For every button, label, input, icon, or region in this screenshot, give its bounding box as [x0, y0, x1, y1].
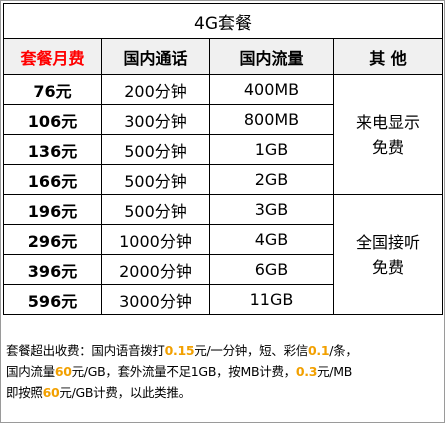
note-text: 元/GB计费，以此类推。: [59, 385, 191, 400]
note-line-1: 套餐超出收费：国内语音拨打0.15元/一分钟，短、彩信0.1/条，: [6, 340, 442, 361]
note-text: 元/GB，套外流量不足1GB，按MB计费，: [71, 364, 297, 379]
data-cell: 800MB: [209, 104, 334, 135]
plan-table: 4G套餐 套餐月费 国内通话 国内流量 其 他 76元 200分钟 400MB …: [3, 3, 443, 315]
caller-id-line2: 免费: [371, 137, 404, 157]
calls-cell: 500分钟: [101, 194, 210, 225]
note-line-3: 即按照60元/GB计费，以此类推。: [6, 382, 442, 403]
note-text: 即按照: [6, 385, 43, 400]
data-cell: 6GB: [209, 254, 334, 285]
answer-line2: 免费: [371, 257, 404, 277]
note-text: 国内流量: [6, 364, 55, 379]
calls-cell: 500分钟: [101, 134, 210, 165]
overage-fee-note: 套餐超出收费：国内语音拨打0.15元/一分钟，短、彩信0.1/条， 国内流量60…: [6, 340, 442, 403]
note-line-2: 国内流量60元/GB，套外流量不足1GB，按MB计费，0.3元/MB: [6, 361, 442, 382]
caller-id-free-cell: 来电显示 免费: [333, 74, 443, 195]
note-highlight: 0.15: [164, 343, 195, 358]
plan-card: 4G套餐 套餐月费 国内通话 国内流量 其 他 76元 200分钟 400MB …: [0, 0, 445, 423]
price-cell: 106元: [3, 104, 102, 135]
header-domestic-data: 国内流量: [209, 38, 334, 75]
header-domestic-calls: 国内通话: [101, 38, 210, 75]
note-highlight: 0.1: [307, 343, 330, 358]
price-cell: 166元: [3, 164, 102, 195]
data-cell: 2GB: [209, 164, 334, 195]
price-cell: 76元: [3, 74, 102, 105]
calls-cell: 500分钟: [101, 164, 210, 195]
data-cell: 1GB: [209, 134, 334, 165]
data-cell: 4GB: [209, 224, 334, 255]
note-highlight: 60: [54, 364, 72, 379]
caller-id-line1: 来电显示: [355, 112, 420, 132]
table-row: 196元 500分钟 3GB 全国接听 免费: [3, 194, 443, 315]
note-text: /条，: [329, 343, 358, 358]
calls-cell: 200分钟: [101, 74, 210, 105]
data-cell: 400MB: [209, 74, 334, 105]
header-other: 其 他: [333, 38, 443, 75]
header-monthly-fee: 套餐月费: [3, 38, 102, 75]
data-cell: 3GB: [209, 194, 334, 225]
calls-cell: 1000分钟: [101, 224, 210, 255]
note-highlight: 0.3: [295, 364, 318, 379]
price-cell: 596元: [3, 284, 102, 315]
nationwide-answer-free-cell: 全国接听 免费: [333, 194, 443, 315]
price-cell: 396元: [3, 254, 102, 285]
calls-cell: 3000分钟: [101, 284, 210, 315]
note-text: 套餐超出收费：国内语音拨打: [6, 343, 165, 358]
answer-line1: 全国接听: [355, 232, 420, 252]
calls-cell: 2000分钟: [101, 254, 210, 285]
table-row: 76元 200分钟 400MB 来电显示 免费: [3, 74, 443, 195]
note-text: 元/MB: [317, 364, 352, 379]
note-highlight: 60: [42, 385, 60, 400]
price-cell: 136元: [3, 134, 102, 165]
price-cell: 296元: [3, 224, 102, 255]
data-cell: 11GB: [209, 284, 334, 315]
calls-cell: 300分钟: [101, 104, 210, 135]
price-cell: 196元: [3, 194, 102, 225]
note-text: 元/一分钟，短、彩信: [194, 343, 308, 358]
table-title: 4G套餐: [3, 3, 443, 39]
